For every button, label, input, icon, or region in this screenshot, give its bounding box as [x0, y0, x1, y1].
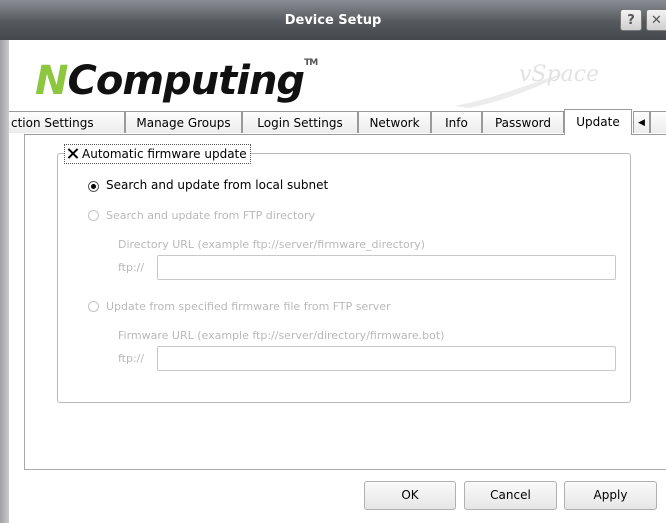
help-icon: ? [627, 13, 635, 28]
arrow-left-icon: ◀ [638, 118, 645, 128]
ftp-directory-label: Search and update from FTP directory [106, 209, 316, 222]
directory-url-prefix: ftp:// [118, 261, 145, 274]
firmware-url-prefix: ftp:// [118, 352, 145, 365]
tab-manage-groups[interactable]: Manage Groups [125, 111, 242, 133]
tab-login-settings[interactable]: Login Settings [242, 111, 358, 133]
firmware-file-label: Update from specified firmware file from… [106, 300, 391, 313]
help-button[interactable]: ? [620, 9, 642, 31]
brand-header: NComputingTM vSpace [9, 40, 666, 112]
apply-button[interactable]: Apply [564, 481, 657, 510]
checkbox-checked-icon [67, 148, 78, 159]
auto-update-checkbox[interactable]: Automatic firmware update [64, 144, 251, 164]
auto-update-label: Automatic firmware update [82, 147, 247, 161]
tab-network[interactable]: Network [358, 111, 431, 133]
tab-update[interactable]: Update [564, 109, 632, 135]
vspace-logo: vSpace [519, 62, 600, 87]
firmware-url-input[interactable] [157, 346, 616, 371]
tab-info[interactable]: Info [431, 111, 482, 133]
close-icon: ✕ [651, 13, 662, 28]
tab-connection-settings[interactable]: ction Settings [9, 111, 125, 133]
title-bar: Device Setup ? ✕ [0, 0, 666, 41]
directory-url-hint: Directory URL (example ftp://server/firm… [118, 238, 426, 251]
local-subnet-label: Search and update from local subnet [106, 178, 329, 192]
cancel-button[interactable]: Cancel [464, 481, 557, 510]
window-frame [0, 40, 9, 523]
radio-firmware-file[interactable] [88, 301, 99, 312]
directory-url-input[interactable] [157, 255, 616, 280]
tab-bar: ction Settings Manage Groups Login Setti… [9, 109, 666, 135]
radio-local-subnet[interactable] [88, 181, 99, 192]
ncomputing-logo: NComputingTM [35, 58, 318, 104]
tab-scroll-left-button[interactable]: ◀ [633, 111, 650, 133]
tab-password[interactable]: Password [482, 111, 564, 133]
ok-button[interactable]: OK [364, 481, 456, 510]
firmware-url-hint: Firmware URL (example ftp://server/direc… [118, 329, 445, 342]
close-button[interactable]: ✕ [646, 9, 666, 31]
window-title: Device Setup [284, 13, 382, 28]
tab-scroll-right-button[interactable] [650, 111, 666, 133]
radio-ftp-directory[interactable] [88, 210, 99, 221]
